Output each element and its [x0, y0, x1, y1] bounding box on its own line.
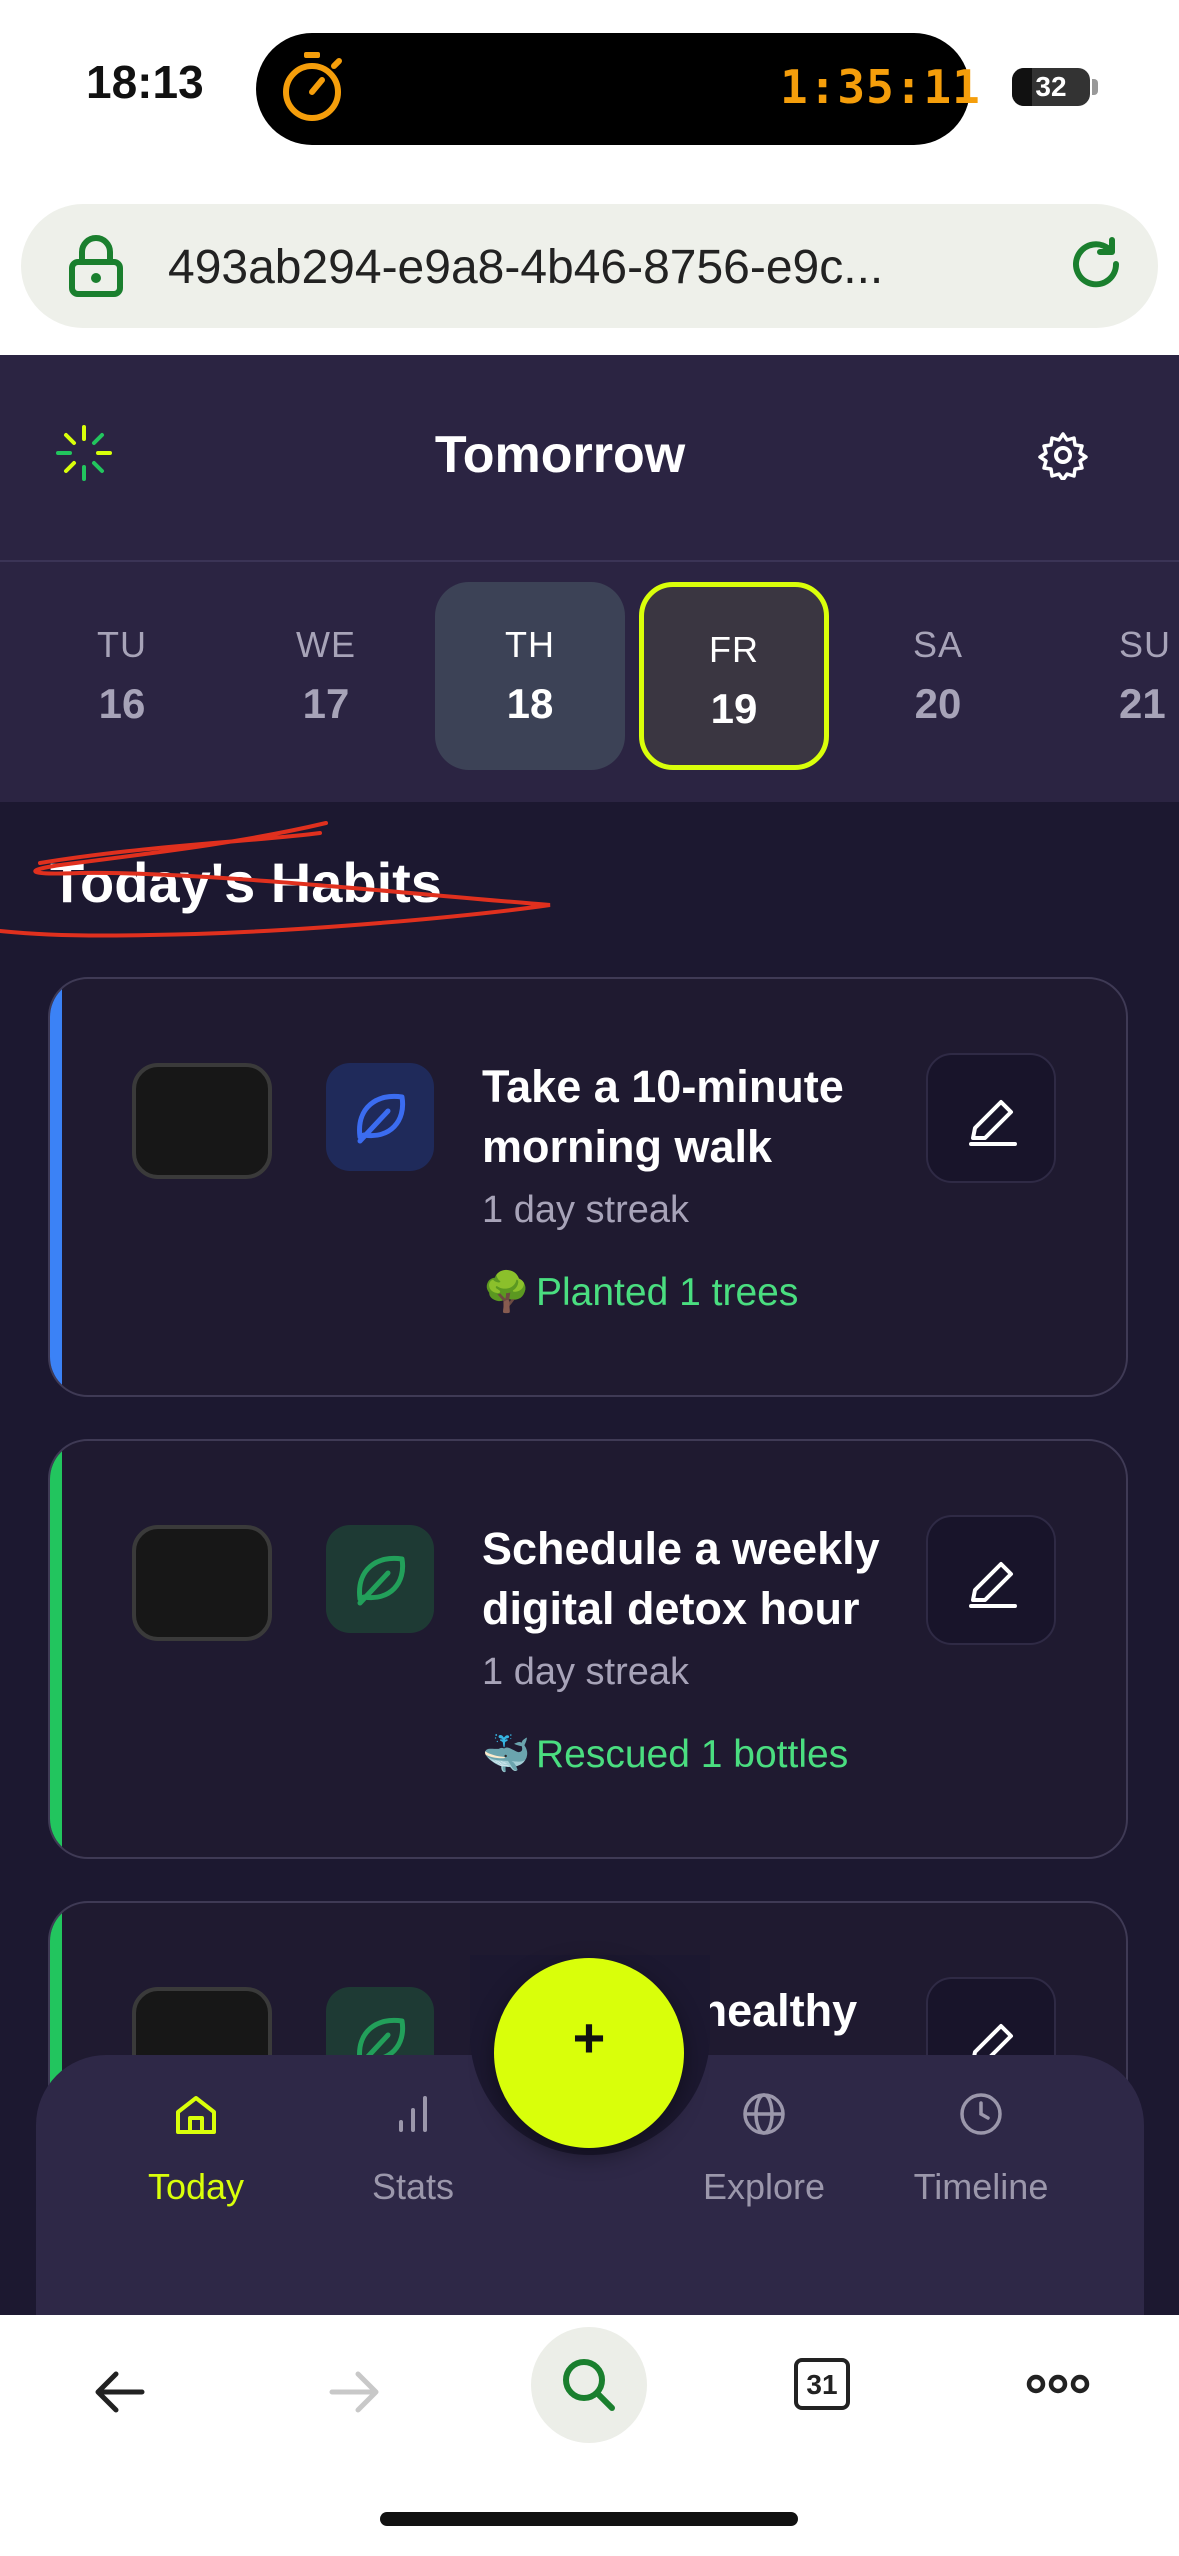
more-icon[interactable]	[1026, 2372, 1090, 2396]
chart-icon	[399, 2096, 427, 2132]
day-we[interactable]: WE 17	[231, 582, 421, 770]
day-th-selected[interactable]: TH 18	[435, 582, 625, 770]
reload-icon[interactable]	[1066, 234, 1126, 294]
habit-impact: 🌳 Planted 1 trees	[482, 1271, 799, 1314]
pencil-icon	[969, 1562, 1017, 1608]
habit-card[interactable]: Take a 10-minute morning walk 1 day stre…	[48, 977, 1128, 1397]
habit-impact: 🐳 Rescued 1 bottles	[482, 1733, 849, 1776]
habit-title: Take a 10-minute morning walk	[482, 1061, 844, 1172]
back-arrow-icon[interactable]	[88, 2360, 152, 2424]
day-sa[interactable]: SA 20	[843, 582, 1033, 770]
header-title: Tomorrow	[434, 426, 686, 484]
clock-icon	[960, 2093, 1002, 2135]
status-time: 18:13	[86, 56, 204, 108]
day-su[interactable]: SU 21	[1047, 582, 1179, 770]
lock-icon	[69, 235, 123, 297]
battery-level: 32	[1035, 71, 1067, 102]
habit-streak: 1 day streak	[482, 1189, 689, 1231]
tab-stats[interactable]: Stats	[323, 2090, 503, 2208]
day-fr-tomorrow[interactable]: FR 19	[639, 582, 829, 770]
app-header: Tomorrow	[0, 355, 1179, 562]
search-icon	[563, 2359, 615, 2411]
tabs-button[interactable]: 31	[794, 2358, 850, 2410]
live-activity-timer: 1:35:11	[780, 60, 981, 114]
habit-accent-bar	[50, 1441, 62, 1857]
tab-explore[interactable]: Explore	[674, 2090, 854, 2208]
plus-icon: +	[572, 2006, 606, 2069]
habit-card[interactable]: Schedule a weekly digital detox hour 1 d…	[48, 1439, 1128, 1859]
whale-icon: 🐳	[482, 1733, 531, 1776]
habit-title: Schedule a weekly digital detox hour	[482, 1523, 880, 1634]
tree-icon: 🌳	[482, 1271, 531, 1314]
leaf-icon	[326, 1063, 434, 1171]
day-tu[interactable]: TU 16	[27, 582, 217, 770]
url-text[interactable]: 493ab294-e9a8-4b46-8756-e9c...	[168, 240, 883, 295]
home-icon	[176, 2096, 216, 2134]
stopwatch-icon	[283, 52, 342, 121]
habit-checkbox[interactable]	[132, 1063, 272, 1179]
edit-button[interactable]	[926, 1053, 1056, 1183]
home-indicator	[380, 2512, 798, 2526]
annotation-scribble	[0, 821, 551, 938]
gear-icon[interactable]	[1038, 430, 1088, 480]
habit-streak: 1 day streak	[482, 1651, 689, 1693]
tab-today[interactable]: Today	[106, 2090, 286, 2208]
tab-timeline[interactable]: Timeline	[891, 2090, 1071, 2208]
forward-arrow-icon[interactable]	[322, 2360, 386, 2424]
edit-button[interactable]	[926, 1515, 1056, 1645]
habit-checkbox[interactable]	[132, 1525, 272, 1641]
habit-app: Tomorrow TU 16 WE 17 TH 18 FR 19 SA 20 SU 21 T…	[0, 355, 1179, 2315]
pencil-icon	[969, 1100, 1017, 1146]
week-strip: TU 16 WE 17 TH 18 FR 19 SA 20 SU 21	[0, 562, 1179, 802]
globe-icon	[743, 2093, 785, 2135]
leaf-icon	[326, 1525, 434, 1633]
habit-accent-bar	[50, 979, 62, 1395]
